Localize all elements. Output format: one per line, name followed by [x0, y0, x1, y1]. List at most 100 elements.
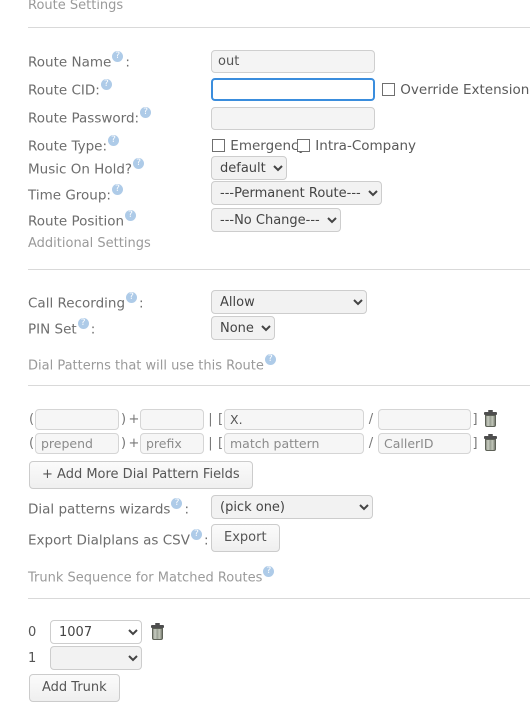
emergency-checkbox-label[interactable]: Emergency [212, 137, 306, 155]
row-route-name: Route Name: [0, 50, 530, 76]
call-recording-label-text: Call Recording [28, 295, 126, 312]
help-icon-route-position[interactable] [125, 209, 137, 221]
plus-1: + [128, 412, 140, 427]
dial-pattern-prefix-input-1[interactable] [140, 409, 204, 430]
emergency-checkbox[interactable] [212, 139, 225, 152]
music-on-hold-label: Music On Hold? [28, 157, 146, 182]
time-group-select[interactable]: ---Permanent Route--- [211, 181, 382, 205]
row-dial-patterns-wizards: Dial patterns wizards: (pick one) [0, 495, 530, 523]
export-button[interactable]: Export [211, 524, 280, 552]
pipe-2: | [208, 436, 213, 451]
help-icon-route-cid[interactable] [100, 78, 112, 90]
emergency-text: Emergency [230, 138, 307, 154]
help-icon-route-type[interactable] [108, 134, 120, 146]
help-icon-call-recording[interactable] [126, 291, 138, 303]
help-icon-pin-set[interactable] [77, 317, 89, 329]
route-position-select[interactable]: ---No Change--- [211, 208, 341, 232]
help-icon-dial-patterns[interactable] [264, 353, 276, 365]
intra-company-text: Intra-Company [315, 138, 417, 154]
export-dialplans-label-text: Export Dialplans as CSV [28, 532, 190, 549]
dial-pattern-prepend-input-2[interactable] [35, 433, 119, 454]
pin-set-colon: : [90, 321, 96, 338]
help-icon-route-password[interactable] [140, 106, 152, 118]
row-call-recording: Call Recording: Allow [0, 290, 530, 317]
plus-2: + [128, 436, 140, 451]
trunk-index-1: 1 [28, 650, 37, 666]
table-row: ()+ | [/] [28, 433, 497, 456]
route-position-label: Route Position [28, 209, 138, 234]
additional-settings-heading: Additional Settings [28, 236, 151, 251]
trunk-select-0[interactable]: 1007 [50, 620, 142, 644]
help-icon-time-group[interactable] [111, 183, 123, 195]
pin-set-select[interactable]: None [211, 316, 275, 340]
trunk-sequence-heading: Trunk Sequence for Matched Routes [28, 565, 276, 585]
table-row: 0 1007 [28, 620, 164, 644]
route-name-label: Route Name: [28, 50, 130, 75]
trunk-sequence-heading-text: Trunk Sequence for Matched Routes [28, 570, 263, 586]
trunk-index-0: 0 [28, 624, 37, 640]
delete-dial-pattern-icon-2[interactable] [484, 434, 497, 451]
outbound-route-form: Route Settings Route Name: Route CID: Ov… [0, 0, 530, 710]
dial-pattern-match-input-1[interactable] [224, 409, 364, 430]
row-route-password: Route Password: [0, 106, 530, 132]
pipe-1: | [208, 412, 213, 427]
row-export-dialplans: Export Dialplans as CSV: Export [0, 524, 530, 554]
delete-dial-pattern-icon-1[interactable] [484, 410, 497, 427]
route-type-label: Route Type: [28, 134, 121, 159]
route-name-label-text: Route Name [28, 54, 112, 71]
override-extension-checkbox[interactable] [382, 83, 395, 96]
route-settings-heading: Route Settings [28, 0, 124, 13]
route-password-input[interactable] [211, 107, 375, 130]
help-icon-trunk-sequence[interactable] [263, 565, 275, 577]
music-on-hold-label-text: Music On Hold? [28, 161, 133, 178]
help-icon-music-on-hold[interactable] [133, 157, 145, 169]
call-recording-select[interactable]: Allow [211, 290, 367, 314]
intra-company-checkbox-label[interactable]: Intra-Company [297, 137, 416, 155]
divider-route-settings [28, 27, 530, 28]
trunk-select-1[interactable] [50, 646, 142, 670]
route-cid-input[interactable] [211, 78, 375, 101]
override-extension-text: Override Extension [400, 82, 530, 98]
dial-patterns-wizards-label-text: Dial patterns wizards [28, 501, 171, 518]
dial-patterns-wizards-select[interactable]: (pick one) [211, 495, 373, 519]
pin-set-label-text: PIN Set [28, 321, 77, 338]
bracket-open-2: [ [217, 436, 224, 451]
export-dialplans-label: Export Dialplans as CSV: [28, 528, 209, 553]
override-extension-checkbox-label[interactable]: Override Extension [382, 81, 530, 99]
dial-pattern-prepend-input-1[interactable] [35, 409, 119, 430]
dial-pattern-prefix-input-2[interactable] [140, 433, 204, 454]
delete-trunk-icon-0[interactable] [151, 622, 164, 640]
paren-close-2: ) [120, 436, 127, 451]
route-password-label-text: Route Password: [28, 110, 140, 127]
slash-1: / [368, 412, 374, 427]
route-name-input[interactable] [211, 50, 375, 73]
bracket-close-2: ] [472, 436, 478, 451]
route-name-colon: : [125, 54, 130, 71]
time-group-label: Time Group: [28, 183, 125, 208]
call-recording-colon: : [139, 295, 144, 312]
help-icon-route-name[interactable] [112, 50, 124, 62]
dial-pattern-callerid-input-2[interactable] [378, 433, 471, 454]
dial-pattern-callerid-input-1[interactable] [378, 409, 471, 430]
dial-pattern-match-input-2[interactable] [224, 433, 364, 454]
add-trunk-button[interactable]: Add Trunk [29, 674, 120, 702]
row-route-cid: Route CID: Override Extension [0, 78, 530, 104]
help-icon-dial-patterns-wizards[interactable] [171, 497, 183, 509]
intra-company-checkbox[interactable] [297, 139, 310, 152]
bracket-close-1: ] [472, 412, 478, 427]
call-recording-label: Call Recording: [28, 291, 144, 316]
row-time-group: Time Group: ---Permanent Route--- [0, 181, 530, 209]
help-icon-export-dialplans[interactable] [190, 528, 202, 540]
export-dialplans-colon: : [203, 532, 209, 549]
dial-patterns-heading-text: Dial Patterns that will use this Route [28, 358, 264, 374]
time-group-label-text: Time Group: [28, 187, 111, 204]
music-on-hold-select[interactable]: default [211, 156, 287, 180]
slash-2: / [368, 436, 374, 451]
route-cid-label: Route CID: [28, 78, 114, 103]
row-music-on-hold: Music On Hold? default [0, 156, 530, 183]
paren-open-1: ( [28, 412, 35, 427]
table-row: 1 [28, 646, 142, 670]
add-dial-pattern-fields-button[interactable]: + Add More Dial Pattern Fields [29, 461, 253, 489]
divider-additional-settings [28, 269, 530, 270]
route-type-label-text: Route Type: [28, 138, 108, 155]
